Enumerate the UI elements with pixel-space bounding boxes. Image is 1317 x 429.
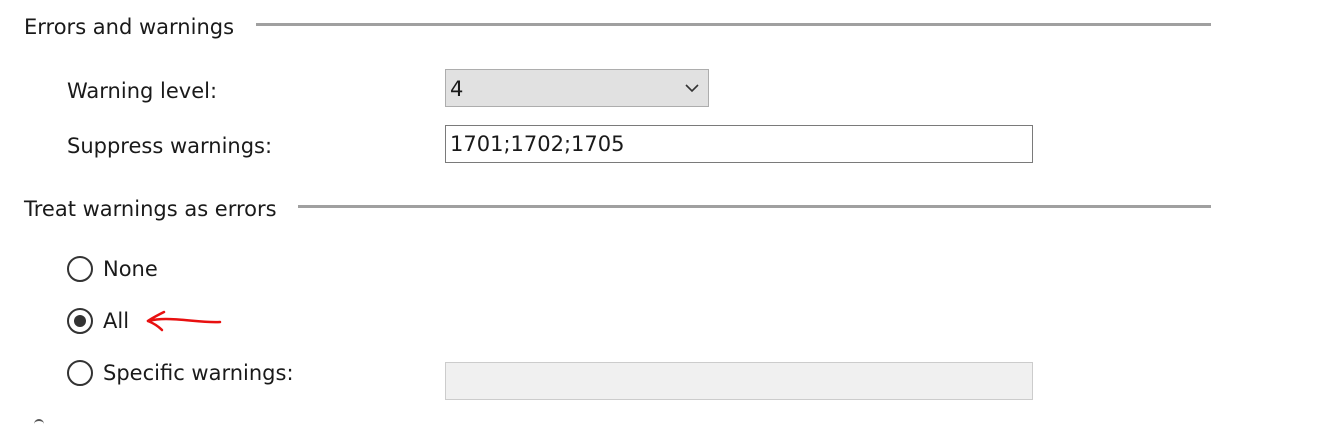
warning-level-label: Warning level:	[67, 79, 218, 103]
warning-level-dropdown[interactable]: 4	[445, 69, 709, 107]
next-section-header-partial	[34, 419, 44, 429]
radio-label-all: All	[103, 309, 130, 333]
radio-label-specific-warnings: Specific warnings:	[103, 361, 294, 385]
section-divider	[298, 205, 1211, 208]
specific-warnings-input[interactable]	[445, 362, 1033, 400]
warning-level-value: 4	[450, 77, 464, 101]
suppress-warnings-label: Suppress warnings:	[67, 134, 273, 158]
section-header-treat-warnings-as-errors: Treat warnings as errors	[24, 197, 277, 221]
red-arrow-left-icon	[146, 310, 222, 332]
radio-button-specific-warnings[interactable]	[67, 360, 93, 386]
section-divider	[256, 23, 1211, 26]
chevron-down-icon	[685, 84, 699, 93]
suppress-warnings-input[interactable]	[445, 125, 1033, 163]
radio-button-none[interactable]	[67, 256, 93, 282]
radio-button-all[interactable]	[67, 308, 93, 334]
radio-label-none: None	[103, 257, 158, 281]
radio-selected-dot	[74, 315, 86, 327]
section-header-errors-and-warnings: Errors and warnings	[24, 15, 235, 39]
